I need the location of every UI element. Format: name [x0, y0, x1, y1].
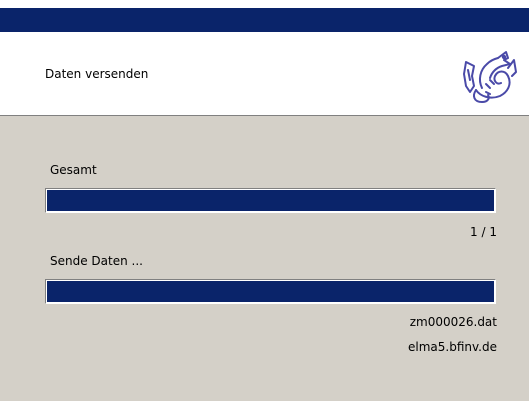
dragon-logo-icon: [460, 46, 518, 106]
total-progress-fill: [47, 190, 494, 211]
send-progress-fill: [47, 281, 494, 302]
top-margin: [0, 0, 529, 8]
title-bar[interactable]: [0, 8, 529, 32]
file-name: zm000026.dat: [409, 315, 497, 329]
send-label: Sende Daten ...: [50, 254, 143, 268]
send-data-dialog: Daten versenden Gesamt 1 / 1 Sende Daten…: [0, 0, 529, 401]
total-progress-track: [47, 190, 494, 211]
send-progress-track: [47, 281, 494, 302]
send-progress-bar: [45, 279, 496, 304]
wizard-header: Daten versenden: [0, 32, 529, 116]
total-count: 1 / 1: [470, 225, 497, 239]
total-label: Gesamt: [50, 163, 97, 177]
total-progress-bar: [45, 188, 496, 213]
header-title: Daten versenden: [45, 67, 149, 81]
host-name: elma5.bfinv.de: [408, 340, 497, 354]
dialog-body: Gesamt 1 / 1 Sende Daten ... zm000026.da…: [0, 116, 529, 401]
